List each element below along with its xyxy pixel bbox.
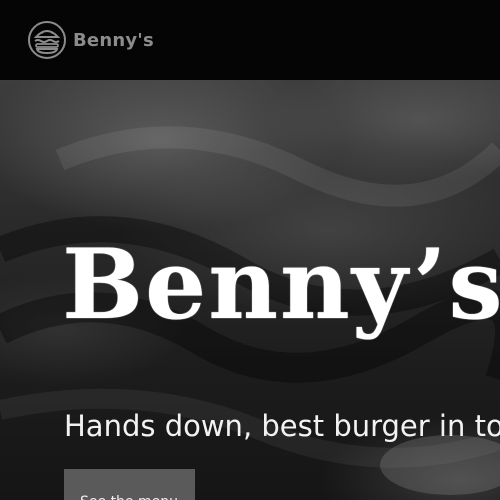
burger-icon [28, 21, 66, 59]
hero-section: Benny’s Hands down, best burger in to Se… [0, 80, 500, 500]
brand-name: Benny's [73, 29, 154, 51]
top-navigation-bar: Benny's [0, 0, 500, 80]
see-menu-button[interactable]: See the menu [64, 469, 195, 500]
hero-tagline: Hands down, best burger in to [64, 409, 500, 443]
hero-title: Benny’s [62, 228, 500, 341]
brand-logo-link[interactable]: Benny's [27, 18, 154, 62]
